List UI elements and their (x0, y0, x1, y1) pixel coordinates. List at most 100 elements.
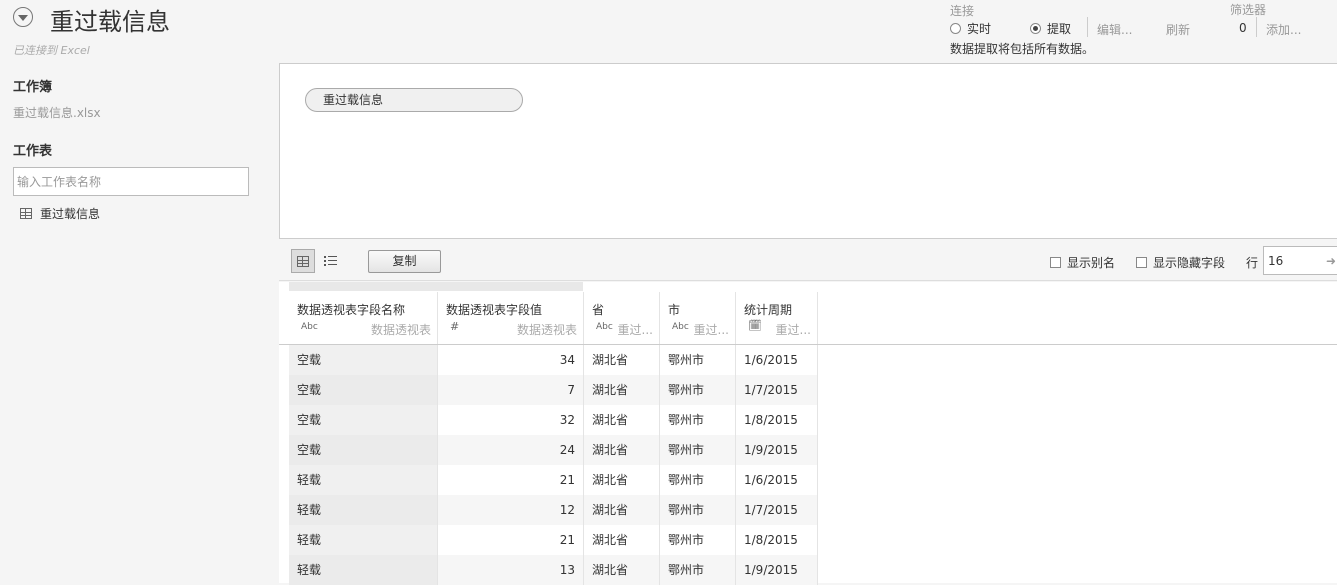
sheet-search-input[interactable] (13, 167, 249, 196)
table-row: 空载 34 湖北省 鄂州市 1/6/2015 (289, 345, 818, 375)
refresh-link[interactable]: 刷新 (1166, 21, 1190, 38)
column-source: 重过... (693, 323, 729, 337)
table-cell: 1/8/2015 (736, 525, 818, 555)
extract-option[interactable]: 提取 (1030, 20, 1071, 37)
table-cell: 空载 (289, 375, 438, 405)
column-name: 统计周期 (744, 303, 793, 317)
show-aliases-checkbox[interactable] (1050, 257, 1061, 268)
table-cell: 鄂州市 (660, 465, 736, 495)
show-hidden-checkbox[interactable] (1136, 257, 1147, 268)
grid-header-strip (289, 282, 583, 291)
show-aliases-option[interactable]: 显示别名 (1050, 254, 1115, 271)
table-cell: 12 (438, 495, 584, 525)
table-row: 空载 7 湖北省 鄂州市 1/7/2015 (289, 375, 818, 405)
table-cell: 鄂州市 (660, 555, 736, 585)
table-cell: 1/6/2015 (736, 465, 818, 495)
table-cell: 13 (438, 555, 584, 585)
column-name: 数据透视表字段值 (446, 303, 543, 317)
sheet-label: 重过载信息 (40, 207, 101, 221)
sidebar-item-sheet[interactable]: 重过载信息 (20, 205, 100, 222)
extract-note: 数据提取将包括所有数据。 (950, 42, 1095, 56)
string-type-icon[interactable]: Abc (301, 322, 318, 332)
filters-label: 筛选器 (1230, 3, 1267, 17)
table-cell: 湖北省 (584, 435, 660, 465)
show-aliases-label: 显示别名 (1067, 256, 1116, 270)
table-row: 轻载 21 湖北省 鄂州市 1/6/2015 (289, 465, 818, 495)
edit-link[interactable]: 编辑... (1097, 21, 1132, 38)
calendar-icon[interactable]: 🗓 (748, 319, 762, 332)
workbook-file: 重过载信息.xlsx (13, 106, 101, 120)
grid-view-button[interactable] (291, 249, 315, 273)
table-cell: 1/7/2015 (736, 495, 818, 525)
table-cell: 轻载 (289, 525, 438, 555)
table-cell: 7 (438, 375, 584, 405)
table-row: 轻载 12 湖北省 鄂州市 1/7/2015 (289, 495, 818, 525)
table-cell: 空载 (289, 435, 438, 465)
table-cell: 1/6/2015 (736, 345, 818, 375)
table-row: 轻载 21 湖北省 鄂州市 1/8/2015 (289, 525, 818, 555)
live-radio-icon[interactable] (950, 23, 961, 34)
table-cell: 湖北省 (584, 525, 660, 555)
column-name: 数据透视表字段名称 (297, 303, 406, 317)
live-option[interactable]: 实时 (950, 20, 991, 37)
page-title: 重过载信息 (50, 8, 170, 36)
table-cell: 鄂州市 (660, 525, 736, 555)
table-cell: 鄂州市 (660, 435, 736, 465)
filters-count: 0 (1239, 21, 1247, 35)
table-cell: 鄂州市 (660, 345, 736, 375)
collapse-toggle-icon[interactable] (13, 7, 33, 27)
table-cell: 1/9/2015 (736, 555, 818, 585)
add-filter-link[interactable]: 添加... (1266, 21, 1301, 38)
column-header[interactable]: 数据透视表字段名称 Abc 数据透视表 (289, 292, 438, 344)
table-cell: 24 (438, 435, 584, 465)
string-type-icon[interactable]: Abc (672, 322, 689, 332)
table-cell: 鄂州市 (660, 405, 736, 435)
copy-button[interactable]: 复制 (368, 250, 441, 273)
column-name: 省 (592, 303, 605, 317)
number-type-icon[interactable]: # (450, 320, 459, 333)
table-row: 轻载 13 湖北省 鄂州市 1/9/2015 (289, 555, 818, 585)
table-cell: 湖北省 (584, 375, 660, 405)
table-row: 空载 32 湖北省 鄂州市 1/8/2015 (289, 405, 818, 435)
extract-radio-icon[interactable] (1030, 23, 1041, 34)
table-cell: 湖北省 (584, 405, 660, 435)
arrow-right-icon[interactable]: ➜ (1326, 254, 1336, 268)
table-cell: 1/7/2015 (736, 375, 818, 405)
sheets-heading: 工作表 (13, 144, 53, 159)
divider (1256, 17, 1257, 37)
table-row: 空载 24 湖北省 鄂州市 1/9/2015 (289, 435, 818, 465)
table-cell: 21 (438, 465, 584, 495)
table-cell: 1/8/2015 (736, 405, 818, 435)
table-cell: 空载 (289, 345, 438, 375)
string-type-icon[interactable]: Abc (596, 322, 613, 332)
table-cell: 鄂州市 (660, 495, 736, 525)
table-cell: 轻载 (289, 465, 438, 495)
table-cell: 轻载 (289, 555, 438, 585)
table-icon (20, 208, 32, 219)
table-cell: 湖北省 (584, 345, 660, 375)
column-source: 数据透视表 (370, 323, 431, 337)
table-cell: 34 (438, 345, 584, 375)
table-pill[interactable]: 重过载信息 (305, 88, 523, 112)
table-cell: 湖北省 (584, 555, 660, 585)
connection-subtitle: 已连接到 Excel (13, 44, 90, 57)
live-label: 实时 (967, 22, 992, 36)
table-cell: 湖北省 (584, 495, 660, 525)
column-source: 数据透视表 (516, 323, 577, 337)
table-cell: 鄂州市 (660, 375, 736, 405)
rows-label: 行 (1246, 256, 1259, 270)
extract-label: 提取 (1047, 22, 1072, 36)
table-cell: 1/9/2015 (736, 435, 818, 465)
show-hidden-label: 显示隐藏字段 (1153, 256, 1226, 270)
list-view-button[interactable] (318, 249, 342, 273)
grid-view-icon (297, 255, 309, 267)
divider (1087, 17, 1088, 37)
column-header[interactable]: 数据透视表字段值 # 数据透视表 (438, 292, 584, 344)
show-hidden-option[interactable]: 显示隐藏字段 (1136, 254, 1225, 271)
column-header[interactable]: 统计周期 🗓 重过... (736, 292, 818, 344)
workbook-heading: 工作簿 (13, 80, 53, 95)
table-cell: 空载 (289, 405, 438, 435)
column-source: 重过... (775, 323, 811, 337)
column-header[interactable]: 省 Abc 重过... (584, 292, 660, 344)
column-header[interactable]: 市 Abc 重过... (660, 292, 736, 344)
